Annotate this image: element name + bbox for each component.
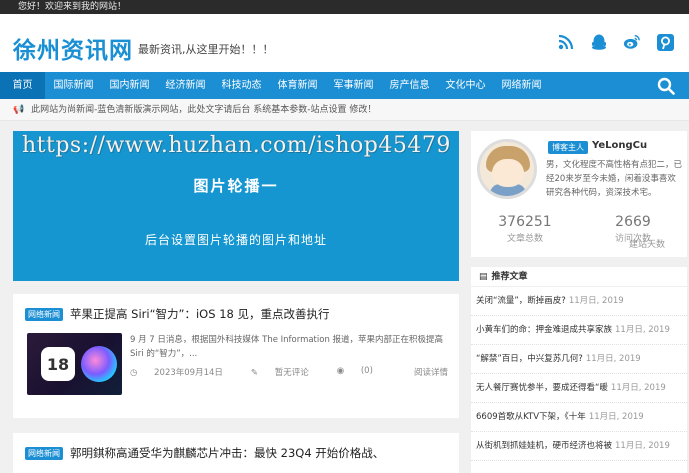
nav-item-economy[interactable]: 经济新闻 [158,72,213,99]
nav-item-sports[interactable]: 体育新闻 [270,72,325,99]
nav-item-military[interactable]: 军事新闻 [326,72,381,99]
nav-item-realestate[interactable]: 房产信息 [382,72,437,99]
article-card: 网络新闻 郭明錤称高通受华为麒麟芯片冲击：最快 23Q4 开始价格战、 [13,433,459,473]
recommended-list: 关闭“流量”，断掉画皮? 11月日, 2019 小黄车们的命：押金难退成共享家族 1… [471,287,687,461]
read-more-link[interactable]: 阅读详情 [414,366,448,378]
nav-item-tech[interactable]: 科技动态 [214,72,269,99]
date-meta: ◷ 2023年09月14日 [130,366,237,378]
stat-label: 文章总数 [506,234,543,244]
clock-icon: ◷ [130,368,138,378]
stat-number: 376251 [498,214,552,230]
qq-icon[interactable] [590,33,608,51]
author-card: 博客主人 YeLongCu 男，文化程度不高性格有点犯二，已经20来岁至今未婚，… [471,131,687,257]
list-item[interactable]: “解禁”百日，中兴复苏几何? 11月日, 2019 [471,345,687,374]
stat-number: 2669 [615,214,651,230]
ios-tile: 18 [41,347,75,381]
article-title[interactable]: 苹果正提高 Siri“智力”：iOS 18 见，重点改善执行 [70,306,329,322]
article-card: 网络新闻 苹果正提高 Siri“智力”：iOS 18 见，重点改善执行 18 9… [13,294,459,418]
stat-days-label: 建站天数 [628,240,665,250]
article-thumbnail[interactable]: 18 [27,333,122,395]
list-item[interactable]: 关闭“流量”，断掉画皮? 11月日, 2019 [471,287,687,316]
notice-text: 此网站为尚新闻-蓝色清新版演示网站，此处文字请后台 系统基本参数-站点设置 修改… [31,105,377,115]
siri-orb-icon [81,346,117,382]
article-title[interactable]: 郭明錤称高通受华为麒麟芯片冲击：最快 23Q4 开始价格战、 [70,445,384,461]
site-header: 徐州资讯网 最新资讯,从这里开始！！！ [0,14,689,72]
list-item[interactable]: 从街机到抓娃娃机，硬币经济也将被 11月日, 2019 [471,432,687,461]
site-slogan: 最新资讯,从这里开始！！！ [138,43,274,56]
recommended-header: ▤ 推荐文章 [471,267,687,287]
recommended-articles: ▤ 推荐文章 关闭“流量”，断掉画皮? 11月日, 2019 小黄车们的命：押金难退… [471,267,687,473]
carousel-subtitle: 后台设置图片轮播的图片和地址 [144,233,327,247]
owner-badge: 博客主人 [548,141,588,154]
stat-articles: 376251 文章总数 [471,214,579,244]
list-item[interactable]: 6609首歌从KTV下架，《十年 11月日, 2019 [471,403,687,432]
notice-bar: 📢 此网站为尚新闻-蓝色清新版演示网站，此处文字请后台 系统基本参数-站点设置 … [0,99,689,121]
search-icon [657,77,675,95]
category-tag[interactable]: 网络新闻 [25,446,63,460]
megaphone-icon: 📢 [13,105,25,115]
nav-item-culture[interactable]: 文化中心 [438,72,493,99]
carousel-title: 图片轮播一 [193,177,279,195]
author-name: YeLongCu [592,140,648,151]
views-meta: ◉ (0) [337,366,387,378]
site-logo[interactable]: 徐州资讯网 [13,31,133,65]
comments-meta[interactable]: ✎ 暂无评论 [251,366,323,378]
article-header: 网络新闻 苹果正提高 Siri“智力”：iOS 18 见，重点改善执行 [25,306,329,322]
top-bar: 您好！欢迎来到我的网站！ [0,0,689,14]
article-date: 2023年09月14日 [154,368,223,378]
author-bio: 男，文化程度不高性格有点犯二，已经20来岁至今未婚，闲着没事喜欢研究各种代码，资… [546,160,683,198]
social-links [557,33,674,51]
comments-label: 暂无评论 [274,368,309,378]
main-nav: 首页 国际新闻 国内新闻 经济新闻 科技动态 体育新闻 军事新闻 房产信息 文化… [0,72,689,99]
recommended-title: 推荐文章 [491,272,528,282]
eye-icon: ◉ [336,366,345,376]
list-item[interactable]: 无人餐厅赛忧参半，要成还得看“暖 11月日, 2019 [471,374,687,403]
list-item[interactable]: 小黄车们的命：押金难退成共享家族 11月日, 2019 [471,316,687,345]
avatar [477,139,537,199]
greeting-text: 您好！欢迎来到我的网站！ [18,2,127,12]
search-button[interactable] [643,72,689,99]
nav-item-home[interactable]: 首页 [0,72,45,99]
nav-item-domestic[interactable]: 国内新闻 [102,72,157,99]
views-count: (0) [360,366,373,376]
rss-icon[interactable] [557,33,575,51]
article-meta: ◷ 2023年09月14日 ✎ 暂无评论 ◉ (0) 阅读详情 [130,366,448,378]
nav-item-international[interactable]: 国际新闻 [46,72,101,99]
weibo-icon[interactable] [623,33,641,51]
category-tag[interactable]: 网络新闻 [25,307,63,321]
article-header: 网络新闻 郭明錤称高通受华为麒麟芯片冲击：最快 23Q4 开始价格战、 [25,445,384,461]
nav-item-internet[interactable]: 网络新闻 [494,72,549,99]
article-excerpt: 9 月 7 日消息，根据国外科技媒体 The Information 报道，苹果… [130,335,444,359]
watermark-text: https://www.huzhan.com/ishop45479 [22,133,451,158]
comment-icon: ✎ [250,368,259,378]
pinterest-icon[interactable] [656,33,674,51]
list-icon: ▤ [479,272,488,282]
